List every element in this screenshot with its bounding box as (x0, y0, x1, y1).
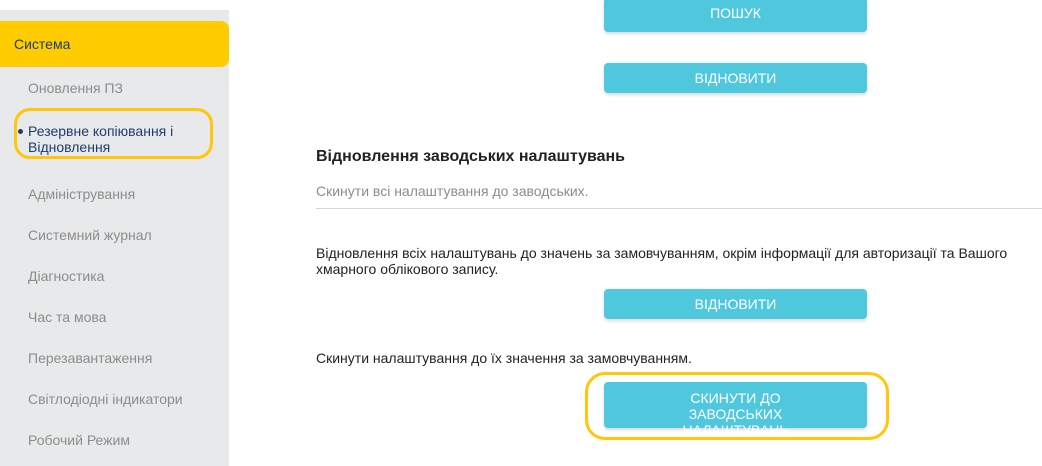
sidebar-item-label: Час та мова (28, 309, 107, 325)
sidebar-item-label: Світлодіодні індикатори (28, 391, 183, 407)
sidebar-item-label: Оновлення ПЗ (28, 80, 123, 96)
sidebar-item-label: Адміністрування (28, 186, 136, 202)
restore-button-top[interactable]: ВІДНОВИТИ (604, 63, 867, 93)
search-button[interactable]: ПОШУК (604, 0, 867, 32)
sidebar-item-diagnostics[interactable]: Діагностика (0, 268, 229, 284)
reset-description: Скинути налаштування до їх значення за з… (316, 350, 692, 366)
sidebar-item-firmware-update[interactable]: Оновлення ПЗ (0, 80, 229, 96)
factory-reset-button[interactable]: СКИНУТИ ДО ЗАВОДСЬКИХ НАЛАШТУВАНЬ (604, 382, 867, 438)
page: Система Оновлення ПЗ Резервне копіювання… (0, 0, 1042, 466)
sidebar-item-time-language[interactable]: Час та мова (0, 309, 229, 325)
sidebar-item-label: Робочий Режим (28, 432, 130, 448)
restore-button[interactable]: ВІДНОВИТИ (604, 289, 867, 319)
sidebar: Система Оновлення ПЗ Резервне копіювання… (0, 10, 229, 466)
sidebar-header-system[interactable]: Система (0, 21, 229, 67)
section-title-factory-reset: Відновлення заводських налаштувань (316, 148, 625, 165)
active-bullet-icon (18, 129, 23, 134)
sidebar-item-reboot[interactable]: Перезавантаження (0, 350, 229, 366)
sidebar-item-led-indicators[interactable]: Світлодіодні індикатори (0, 391, 229, 407)
sidebar-item-label: Перезавантаження (28, 350, 153, 366)
restore-description: Відновлення всіх налаштувань до значень … (316, 245, 1008, 277)
sidebar-item-label: Резервне копіювання і Відновлення (28, 123, 174, 155)
sidebar-item-operation-mode[interactable]: Робочий Режим (0, 432, 229, 448)
sidebar-item-label: Системний журнал (28, 227, 152, 243)
section-divider (316, 208, 1042, 209)
sidebar-item-system-log[interactable]: Системний журнал (0, 227, 229, 243)
sidebar-item-backup-restore[interactable]: Резервне копіювання і Відновлення (0, 123, 215, 155)
sidebar-item-label: Діагностика (28, 268, 105, 284)
sidebar-item-administration[interactable]: Адміністрування (0, 186, 229, 202)
section-subtitle: Скинути всі налаштування до заводських. (316, 183, 589, 199)
